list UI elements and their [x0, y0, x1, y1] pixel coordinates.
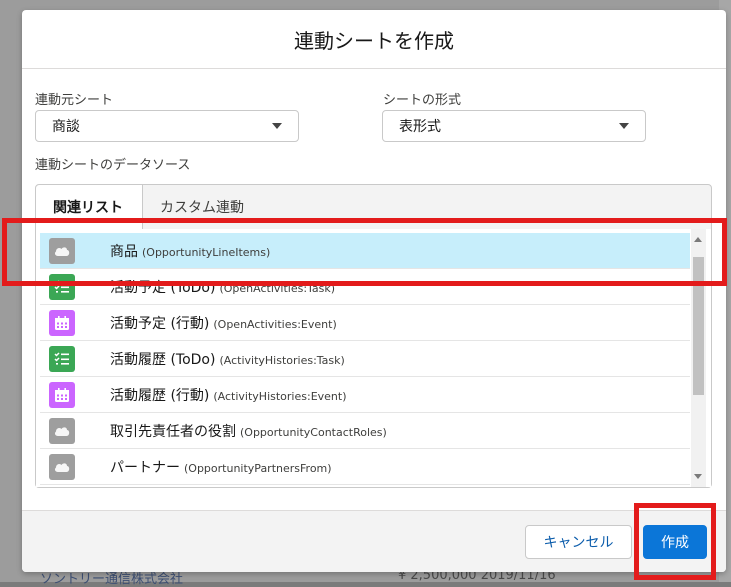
scroll-thumb[interactable] [693, 257, 704, 395]
calendar-icon [49, 381, 75, 408]
scroll-down-icon[interactable] [694, 474, 702, 479]
source-sheet-select[interactable]: 商談 [35, 110, 299, 142]
list-item[interactable]: 取引先責任者の役割 (OpportunityContactRoles) [40, 413, 690, 449]
list-item-label: 取引先責任者の役割 (OpportunityContactRoles) [110, 421, 387, 441]
list-item[interactable]: 商品 (OpportunityLineItems) [40, 233, 690, 269]
list-item-title: 活動履歴 (行動) [110, 387, 210, 404]
scroll-up-icon[interactable] [694, 237, 702, 242]
create-button[interactable]: 作成 [643, 525, 707, 559]
calendar-icon [49, 309, 75, 336]
cloud-icon [49, 237, 75, 264]
tab-related-list[interactable]: 関連リスト [36, 185, 143, 229]
related-list: パートナー (OpportunityPartnersFrom) 取引先責任者の役割 (… [36, 229, 711, 487]
source-sheet-label: 連動元シート [35, 93, 114, 108]
list-item-title: 活動予定 (行動) [110, 315, 210, 332]
list-item[interactable]: 活動履歴 (行動) (ActivityHistories:Event) [40, 377, 690, 413]
list-item-label: 商品 (OpportunityLineItems) [110, 241, 270, 261]
tab-custom-link[interactable]: カスタム連動 [160, 185, 244, 229]
list-item[interactable]: パートナー (OpportunityPartnersFrom) [40, 449, 690, 485]
create-linked-sheet-modal: 連動シートを作成 連動元シート 商談 シートの形式 表形式 連動シートのデータソ… [22, 10, 726, 572]
chevron-down-icon [272, 123, 282, 129]
datasource-tabs: 関連リスト カスタム連動 パートナー (OpportunityPartnersFr… [35, 184, 712, 488]
list-item-api-name: (OpenActivities:Task) [219, 281, 336, 295]
sheet-format-value: 表形式 [399, 119, 441, 135]
task-list-icon [49, 345, 75, 372]
list-item[interactable]: 活動予定 (行動) (OpenActivities:Event) [40, 305, 690, 341]
modal-header: 連動シートを作成 [22, 10, 726, 69]
list-item-api-name: (OpportunityPartnersFrom) [184, 461, 332, 475]
list-item-api-name: (OpportunityLineItems) [142, 245, 271, 259]
list-item-label: 活動履歴 (ToDo) (ActivityHistories:Task) [110, 349, 345, 369]
list-item-label: 活動予定 (行動) (OpenActivities:Event) [110, 313, 337, 333]
sheet-format-select[interactable]: 表形式 [382, 110, 646, 142]
task-list-icon [49, 273, 75, 300]
list-item-label: 活動予定 (ToDo) (OpenActivities:Task) [110, 277, 335, 297]
source-sheet-value: 商談 [52, 119, 80, 135]
list-item-title: 活動予定 (ToDo) [110, 279, 216, 296]
modal-footer: キャンセル 作成 [22, 510, 726, 572]
datasource-label: 連動シートのデータソース [35, 158, 191, 173]
list-item-api-name: (ActivityHistories:Task) [219, 353, 345, 367]
sheet-format-label: シートの形式 [383, 93, 462, 108]
chevron-down-icon [619, 123, 629, 129]
modal-title: 連動シートを作成 [294, 28, 454, 53]
list-item-api-name: (OpportunityContactRoles) [240, 425, 387, 439]
list-item[interactable]: 活動履歴 (ToDo) (ActivityHistories:Task) [40, 341, 690, 377]
list-item-api-name: (OpenActivities:Event) [213, 317, 337, 331]
list-item-title: パートナー [110, 459, 180, 476]
list-item-title: 商品 [110, 243, 138, 260]
list-scrollbar[interactable] [691, 229, 706, 487]
list-item-title: 活動履歴 (ToDo) [110, 351, 216, 368]
list-item-label: 活動履歴 (行動) (ActivityHistories:Event) [110, 385, 347, 405]
list-item[interactable]: 活動予定 (ToDo) (OpenActivities:Task) [40, 269, 690, 305]
list-item-title: 取引先責任者の役割 [110, 423, 236, 440]
list-item-api-name: (ActivityHistories:Event) [213, 389, 347, 403]
cloud-icon [49, 417, 75, 444]
cancel-button[interactable]: キャンセル [525, 525, 632, 559]
cloud-icon [49, 453, 75, 480]
list-item-label: パートナー (OpportunityPartnersFrom) [110, 457, 332, 477]
